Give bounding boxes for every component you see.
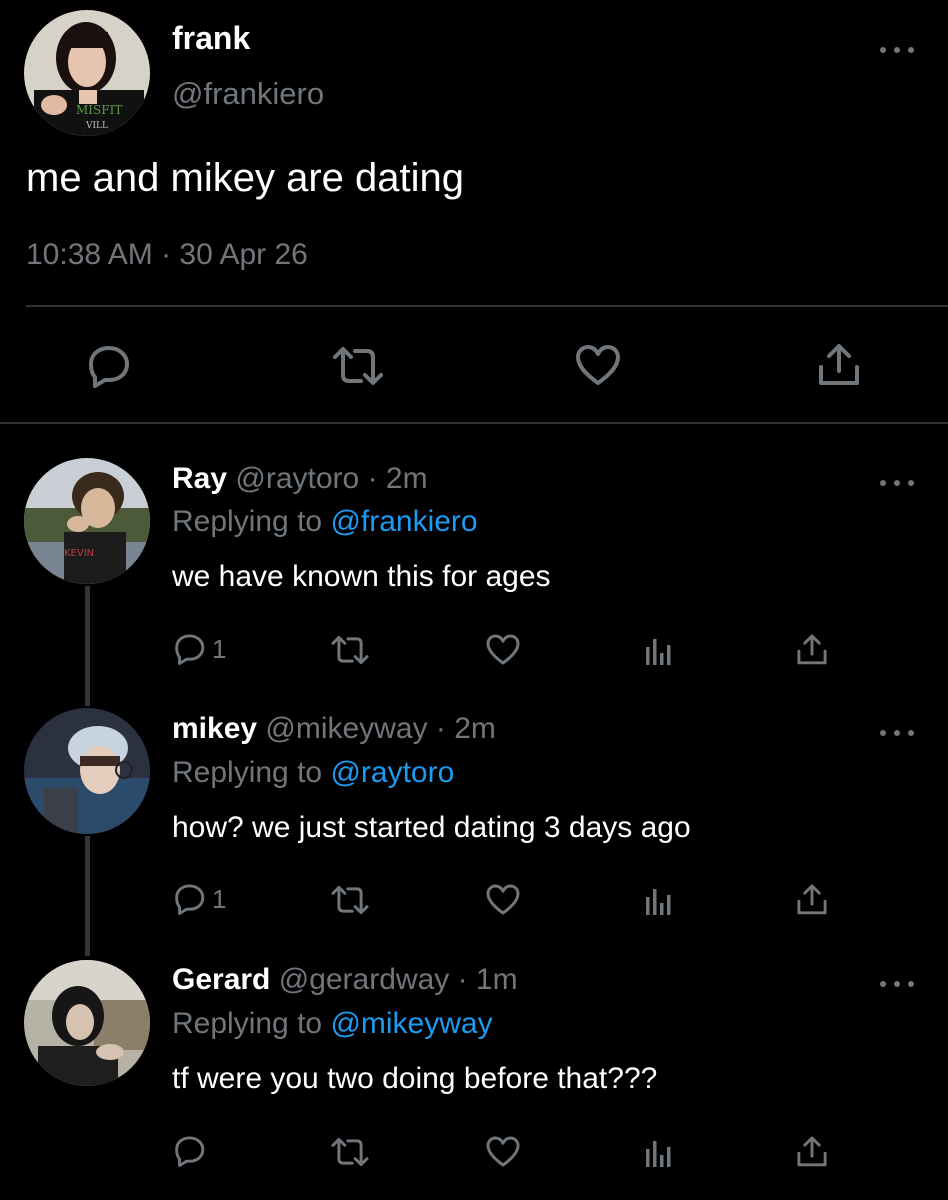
- reply-time[interactable]: · 1m: [458, 963, 518, 996]
- avatar-mikey[interactable]: [24, 708, 150, 834]
- tweet-text: tf were you two doing before that???: [172, 1062, 658, 1095]
- svg-text:VILL: VILL: [85, 121, 108, 131]
- author-handle[interactable]: @mikeyway: [265, 712, 427, 745]
- reply-count: 1: [212, 884, 227, 914]
- share-icon[interactable]: [794, 630, 830, 668]
- analytics-icon[interactable]: [640, 630, 676, 668]
- replying-to-link[interactable]: @mikeyway: [330, 1007, 492, 1040]
- divider: [26, 305, 948, 307]
- author-handle[interactable]: @gerardway: [279, 963, 450, 996]
- retweet-icon[interactable]: [328, 1134, 372, 1170]
- analytics-icon[interactable]: [640, 880, 676, 918]
- author-name[interactable]: Gerard: [172, 963, 270, 996]
- replying-to-label: Replying to: [172, 756, 323, 789]
- reply-header: Ray @raytoro · 2m: [172, 462, 428, 496]
- replying-to-label: Replying to: [172, 1007, 323, 1040]
- replying-to: Replying to @mikeyway: [172, 1007, 493, 1041]
- author-name[interactable]: mikey: [172, 712, 257, 745]
- avatar-ray[interactable]: KEVIN: [24, 458, 150, 584]
- retweet-icon[interactable]: [328, 882, 372, 918]
- tweet-text: we have known this for ages: [172, 560, 551, 593]
- more-options-icon[interactable]: [880, 977, 914, 991]
- thread-line: [85, 586, 90, 706]
- svg-text:MISFIT: MISFIT: [76, 103, 122, 117]
- like-icon[interactable]: [484, 1132, 522, 1170]
- reply-icon[interactable]: [170, 880, 208, 918]
- avatar-gerard[interactable]: [24, 960, 150, 1086]
- reply-time[interactable]: · 2m: [368, 462, 428, 495]
- more-options-icon[interactable]: [880, 43, 914, 57]
- more-options-icon[interactable]: [880, 476, 914, 490]
- share-icon[interactable]: [794, 1132, 830, 1170]
- reply-icon[interactable]: [170, 630, 208, 668]
- replying-to-label: Replying to: [172, 505, 323, 538]
- tweet-text: how? we just started dating 3 days ago: [172, 811, 691, 844]
- like-icon[interactable]: [484, 880, 522, 918]
- author-name[interactable]: Ray: [172, 462, 227, 495]
- retweet-icon[interactable]: [330, 342, 386, 390]
- reply-time[interactable]: · 2m: [436, 712, 496, 745]
- analytics-icon[interactable]: [640, 1132, 676, 1170]
- reply-icon[interactable]: [82, 340, 134, 392]
- reply-count: 1: [212, 634, 227, 664]
- share-icon[interactable]: [794, 880, 830, 918]
- replying-to: Replying to @frankiero: [172, 505, 478, 539]
- reply-header: Gerard @gerardway · 1m: [172, 963, 518, 997]
- divider: [0, 422, 948, 424]
- reply-header: mikey @mikeyway · 2m: [172, 712, 496, 746]
- svg-text:KEVIN: KEVIN: [64, 548, 94, 559]
- more-options-icon[interactable]: [880, 726, 914, 740]
- author-name[interactable]: frank: [172, 20, 250, 57]
- author-handle[interactable]: @raytoro: [235, 462, 359, 495]
- replying-to-link[interactable]: @raytoro: [330, 756, 454, 789]
- retweet-icon[interactable]: [328, 632, 372, 668]
- share-icon[interactable]: [814, 338, 864, 390]
- avatar-frank[interactable]: MISFIT VILL: [24, 10, 150, 136]
- like-icon[interactable]: [484, 630, 522, 668]
- replying-to-link[interactable]: @frankiero: [330, 505, 477, 538]
- author-handle[interactable]: @frankiero: [172, 76, 324, 112]
- like-icon[interactable]: [572, 340, 624, 390]
- replying-to: Replying to @raytoro: [172, 756, 454, 790]
- tweet-timestamp[interactable]: 10:38 AM · 30 Apr 26: [26, 238, 308, 272]
- tweet-text: me and mikey are dating: [26, 156, 465, 200]
- reply-icon[interactable]: [170, 1132, 208, 1170]
- thread-line: [85, 836, 90, 956]
